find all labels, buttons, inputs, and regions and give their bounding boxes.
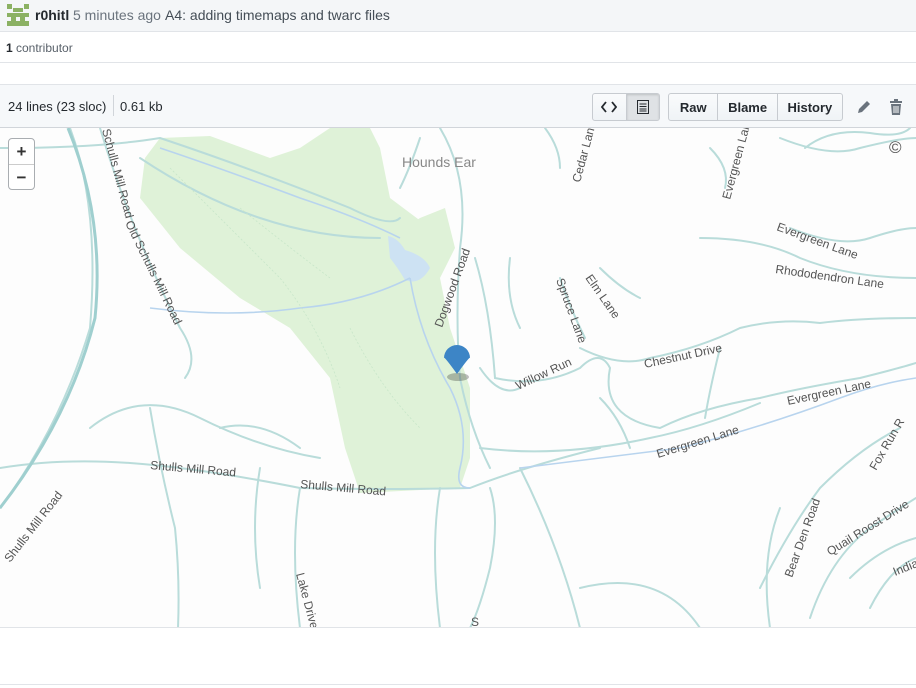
file-lines: 24 lines (23 sloc) <box>8 99 107 114</box>
source-view-button[interactable] <box>593 94 626 120</box>
label-elm-lane: Elm Lane <box>583 272 624 322</box>
park-area <box>140 128 470 493</box>
pencil-icon[interactable] <box>855 98 873 116</box>
commit-message[interactable]: A4: adding timemaps and twarc files <box>165 7 390 23</box>
label-spruce-lane: Spruce Lane <box>553 276 590 345</box>
file-info-divider <box>113 95 114 116</box>
map-canvas[interactable]: Hounds Ear Dogwood Road Spruce Lane Elm … <box>0 128 916 628</box>
commit-time: 5 minutes ago <box>73 7 161 23</box>
label-india: India <box>891 556 916 579</box>
commit-bar: r0hitl 5 minutes ago A4: adding timemaps… <box>0 0 916 32</box>
label-quail-roost-drive: Quail Roost Drive <box>824 497 911 559</box>
raw-button[interactable]: Raw <box>669 94 717 120</box>
label-s-road: S <box>471 615 479 628</box>
label-evergreen-lane-4: Evergreen Lane <box>719 128 755 201</box>
code-icon <box>601 101 618 113</box>
file-size: 0.61 kb <box>120 99 163 114</box>
label-rhododendron-lane: Rhododendron Lane <box>775 262 886 291</box>
map-view[interactable]: Hounds Ear Dogwood Road Spruce Lane Elm … <box>0 128 916 628</box>
trash-icon[interactable] <box>887 98 905 116</box>
commit-author[interactable]: r0hitl <box>35 7 69 23</box>
zoom-in-button[interactable]: + <box>9 139 34 165</box>
view-toggle <box>592 93 660 121</box>
zoom-out-button[interactable]: − <box>9 165 34 190</box>
label-evergreen-lane-2: Evergreen Lane <box>786 376 873 408</box>
attribution-icon[interactable]: © <box>889 138 902 158</box>
blame-button[interactable]: Blame <box>717 94 776 120</box>
label-cedar-lane: Cedar Lan <box>569 128 597 184</box>
label-hounds-ear: Hounds Ear <box>402 154 476 170</box>
file-actions-group: Raw Blame History <box>668 93 843 121</box>
page-footer-divider <box>0 684 916 688</box>
label-chestnut-drive: Chestnut Drive <box>643 341 724 371</box>
contributors-bar: 1 contributor <box>0 32 916 63</box>
label-evergreen-lane-1: Evergreen Lane <box>655 422 741 460</box>
history-button[interactable]: History <box>776 94 842 120</box>
avatar[interactable] <box>7 4 29 26</box>
file-icon <box>636 100 649 114</box>
file-header: 24 lines (23 sloc) 0.61 kb Raw Blame His… <box>0 84 916 128</box>
contributor-count[interactable]: 1 <box>6 41 13 55</box>
contributor-label[interactable]: contributor <box>16 41 73 55</box>
label-shulls-mill-road-3: Shulls Mill Road <box>1 488 65 564</box>
rendered-view-button[interactable] <box>625 94 659 120</box>
zoom-control: + − <box>8 138 35 190</box>
